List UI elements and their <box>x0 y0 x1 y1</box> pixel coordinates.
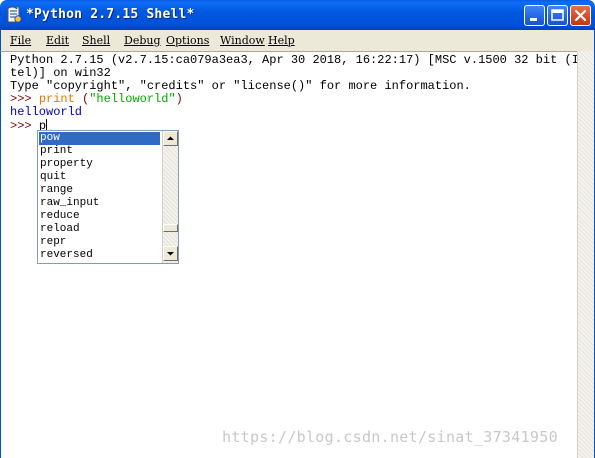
autocomplete-item[interactable]: pow <box>39 132 160 145</box>
autocomplete-item[interactable]: property <box>39 158 160 171</box>
autocomplete-scrollbar[interactable] <box>162 131 178 263</box>
autocomplete-item[interactable]: reduce <box>39 210 160 223</box>
title-bar[interactable]: *Python 2.7.15 Shell* <box>0 0 595 30</box>
scroll-down-button[interactable] <box>163 246 178 261</box>
minimize-icon <box>530 18 537 21</box>
arrow-up-icon <box>167 136 174 140</box>
vertical-scrollbar[interactable] <box>577 51 595 458</box>
autocomplete-item[interactable]: repr <box>39 236 160 249</box>
watermark-url: https://blog.csdn.net/sinat_37341950 <box>222 428 558 446</box>
output-line: helloworld <box>10 105 83 119</box>
autocomplete-item[interactable]: quit <box>39 171 160 184</box>
paren-open: ( <box>74 92 90 106</box>
autocomplete-item[interactable]: reload <box>39 223 160 236</box>
menu-help[interactable]: Help <box>268 34 295 47</box>
menu-bar: File Edit Shell Debug Options Window Hel… <box>0 30 595 51</box>
autocomplete-item[interactable]: raw_input <box>39 197 160 210</box>
menu-options[interactable]: Options <box>166 34 209 47</box>
maximize-button[interactable] <box>547 5 568 26</box>
maximize-icon <box>551 9 564 21</box>
menu-shell[interactable]: Shell <box>82 34 110 47</box>
autocomplete-item[interactable]: range <box>39 184 160 197</box>
prompt: >>> <box>10 92 39 106</box>
window-title: *Python 2.7.15 Shell* <box>26 7 195 22</box>
idle-python-icon[interactable] <box>6 6 22 24</box>
menu-debug[interactable]: Debug <box>124 34 161 47</box>
scroll-up-button[interactable] <box>163 131 178 146</box>
autocomplete-popup[interactable]: pow print property quit range raw_input reduce… <box>37 130 179 264</box>
close-icon <box>574 9 587 22</box>
scroll-thumb[interactable] <box>163 224 178 233</box>
minimize-button[interactable] <box>524 5 545 26</box>
print-keyword: print <box>38 92 75 106</box>
paren-close: ) <box>175 92 183 106</box>
arrow-down-icon <box>167 252 174 256</box>
autocomplete-item[interactable]: print <box>39 145 160 158</box>
close-button[interactable] <box>570 5 591 26</box>
autocomplete-list[interactable]: pow print property quit range raw_input reduce… <box>38 131 162 263</box>
menu-window[interactable]: Window <box>220 34 265 47</box>
autocomplete-item[interactable]: reversed <box>39 249 160 262</box>
string-literal: "helloworld" <box>89 92 176 106</box>
menu-file[interactable]: File <box>10 34 31 47</box>
menu-edit[interactable]: Edit <box>46 34 69 47</box>
prompt: >>> <box>10 119 39 133</box>
